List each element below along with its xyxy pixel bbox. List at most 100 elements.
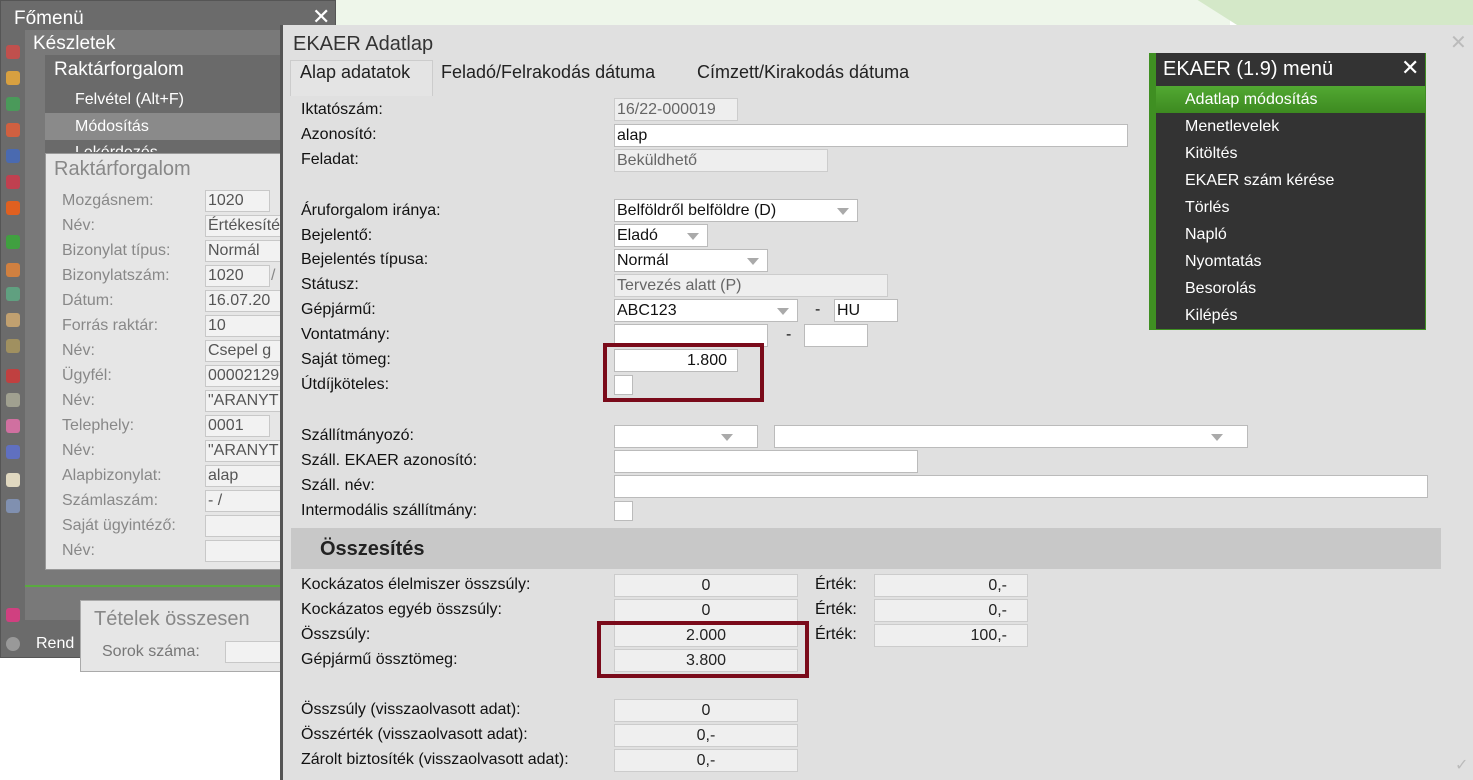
form-suffix: /: [271, 267, 276, 284]
highlight-box: [603, 343, 764, 402]
form-label: Mozgásnem:: [62, 192, 154, 209]
readback-value: 0,-: [614, 724, 798, 747]
close-icon[interactable]: ✕: [1401, 57, 1419, 79]
ekaer-menu-item[interactable]: Adatlap módosítás: [1156, 86, 1425, 113]
menu-item-felvetel[interactable]: Felvétel (Alt+F): [75, 91, 184, 109]
gepjarmu-country-input[interactable]: HU: [834, 299, 898, 322]
azonosito-input[interactable]: alap: [614, 124, 1128, 147]
ekaer-menu-item[interactable]: Kilépés: [1156, 302, 1425, 329]
module-icon[interactable]: [6, 313, 20, 327]
module-icon[interactable]: [6, 235, 20, 249]
summary-label: Kockázatos élelmiszer összsúly:: [301, 576, 531, 593]
module-icon[interactable]: [6, 201, 20, 215]
form-label: Számlaszám:: [62, 492, 159, 509]
items-total-panel: Tételek összesen Sorok száma: 1: [80, 600, 295, 672]
module-icon[interactable]: [6, 97, 20, 111]
ekaer-menu-item[interactable]: Nyomtatás: [1156, 248, 1425, 275]
ekaer-menu-item[interactable]: Törlés: [1156, 194, 1425, 221]
module-icon[interactable]: [6, 499, 20, 513]
azonosito-label: Azonosító:: [301, 126, 377, 143]
ekaer-menu-item[interactable]: Menetlevelek: [1156, 113, 1425, 140]
bejelentes-tipusa-select[interactable]: Normál: [614, 249, 768, 272]
summary-label: Összsúly:: [301, 626, 371, 643]
form-label: Dátum:: [62, 292, 114, 309]
module-icon[interactable]: [6, 473, 20, 487]
form-label: Forrás raktár:: [62, 317, 159, 334]
form-label: Alapbizonylat:: [62, 467, 162, 484]
inventory-menu-title: Készletek: [33, 33, 116, 54]
readback-value: 0: [614, 699, 798, 722]
readback-value: 0,-: [614, 749, 798, 772]
value-label: Érték:: [815, 626, 857, 643]
confirm-check-icon[interactable]: ✓: [1455, 755, 1468, 775]
statusz-label: Státusz:: [301, 276, 359, 293]
ekaer-menu-item[interactable]: EKAER szám kérése: [1156, 167, 1425, 194]
iktatoszam-label: Iktatószám:: [301, 101, 383, 118]
summary-label: Gépjármű össztömeg:: [301, 651, 458, 668]
module-icon[interactable]: [6, 287, 20, 301]
ekaer-menu-title: EKAER (1.9) menü: [1163, 58, 1334, 80]
szallitmanyozo-code-select[interactable]: [614, 425, 758, 448]
form-label: Név:: [62, 542, 95, 559]
module-icon[interactable]: [6, 339, 20, 353]
szall-nev-input[interactable]: [614, 475, 1428, 498]
gear-icon[interactable]: [6, 637, 20, 651]
gepjarmu-select[interactable]: ABC123: [614, 299, 798, 322]
szallitmanyozo-name-select[interactable]: [774, 425, 1248, 448]
form-field[interactable]: 1020: [205, 190, 270, 212]
szall-ekaer-input[interactable]: [614, 450, 918, 473]
form-title: Raktárforgalom: [54, 158, 191, 180]
module-icon[interactable]: [6, 393, 20, 407]
ekaer-menu: EKAER (1.9) menü ✕ Adatlap módosítás Mene…: [1149, 53, 1426, 330]
vontatmany-label: Vontatmány:: [301, 326, 390, 343]
module-icon[interactable]: [6, 149, 20, 163]
main-menu-title: Főmenü: [14, 8, 84, 29]
feladat-label: Feladat:: [301, 151, 359, 168]
aruforgalom-label: Áruforgalom iránya:: [301, 202, 441, 219]
vontatmany-country-input[interactable]: [804, 324, 868, 347]
utdijkoteles-label: Útdíjköteles:: [301, 376, 390, 393]
ekaer-menu-item[interactable]: Besorolás: [1156, 275, 1425, 302]
bejelentes-tipusa-label: Bejelentés típusa:: [301, 251, 429, 268]
chevron-down-icon: [687, 233, 699, 240]
module-icon[interactable]: [6, 369, 20, 383]
iktatoszam-field: 16/22-000019: [614, 98, 738, 121]
stock-movement-menu-title: Raktárforgalom: [54, 59, 184, 80]
chevron-down-icon: [721, 434, 733, 441]
module-icon[interactable]: [6, 123, 20, 137]
form-label: Bizonylatszám:: [62, 267, 170, 284]
szallitmanyozo-label: Szállítmányozó:: [301, 427, 414, 444]
separator: -: [786, 326, 792, 343]
menu-item-modositas[interactable]: Módosítás: [45, 113, 285, 140]
summary-amount: 100,-: [874, 624, 1028, 647]
form-field[interactable]: 1020: [205, 265, 270, 287]
module-icon[interactable]: [6, 419, 20, 433]
module-icon[interactable]: [6, 71, 20, 85]
bejelento-select[interactable]: Eladó: [614, 224, 708, 247]
aruforgalom-select[interactable]: Belföldről belföldre (D): [614, 199, 858, 222]
module-icon[interactable]: [6, 175, 20, 189]
chevron-down-icon: [777, 308, 789, 315]
module-icon[interactable]: [6, 445, 20, 459]
module-icon[interactable]: [6, 608, 20, 622]
form-field[interactable]: 0001: [205, 415, 270, 437]
items-total-title: Tételek összesen: [94, 608, 250, 630]
menu-item-lekerdezes[interactable]: Lekérdezés: [75, 144, 158, 152]
ekaer-menu-item[interactable]: Kitöltés: [1156, 140, 1425, 167]
form-label: Név:: [62, 442, 95, 459]
menu-item-rendszer[interactable]: Rend: [36, 635, 74, 653]
module-icon[interactable]: [6, 45, 20, 59]
feladat-field: Beküldhető: [614, 149, 828, 172]
highlight-box: [597, 621, 809, 678]
szall-ekaer-label: Száll. EKAER azonosító:: [301, 452, 478, 469]
form-label: Ügyfél:: [62, 367, 112, 384]
divider: [25, 585, 285, 587]
ekaer-menu-item[interactable]: Napló: [1156, 221, 1425, 248]
value-label: Érték:: [815, 601, 857, 618]
intermodalis-checkbox[interactable]: [614, 501, 633, 521]
gepjarmu-label: Gépjármű:: [301, 301, 376, 318]
summary-label: Kockázatos egyéb összsúly:: [301, 601, 502, 618]
module-icon[interactable]: [6, 263, 20, 277]
chevron-down-icon: [837, 208, 849, 215]
separator: -: [815, 301, 821, 318]
